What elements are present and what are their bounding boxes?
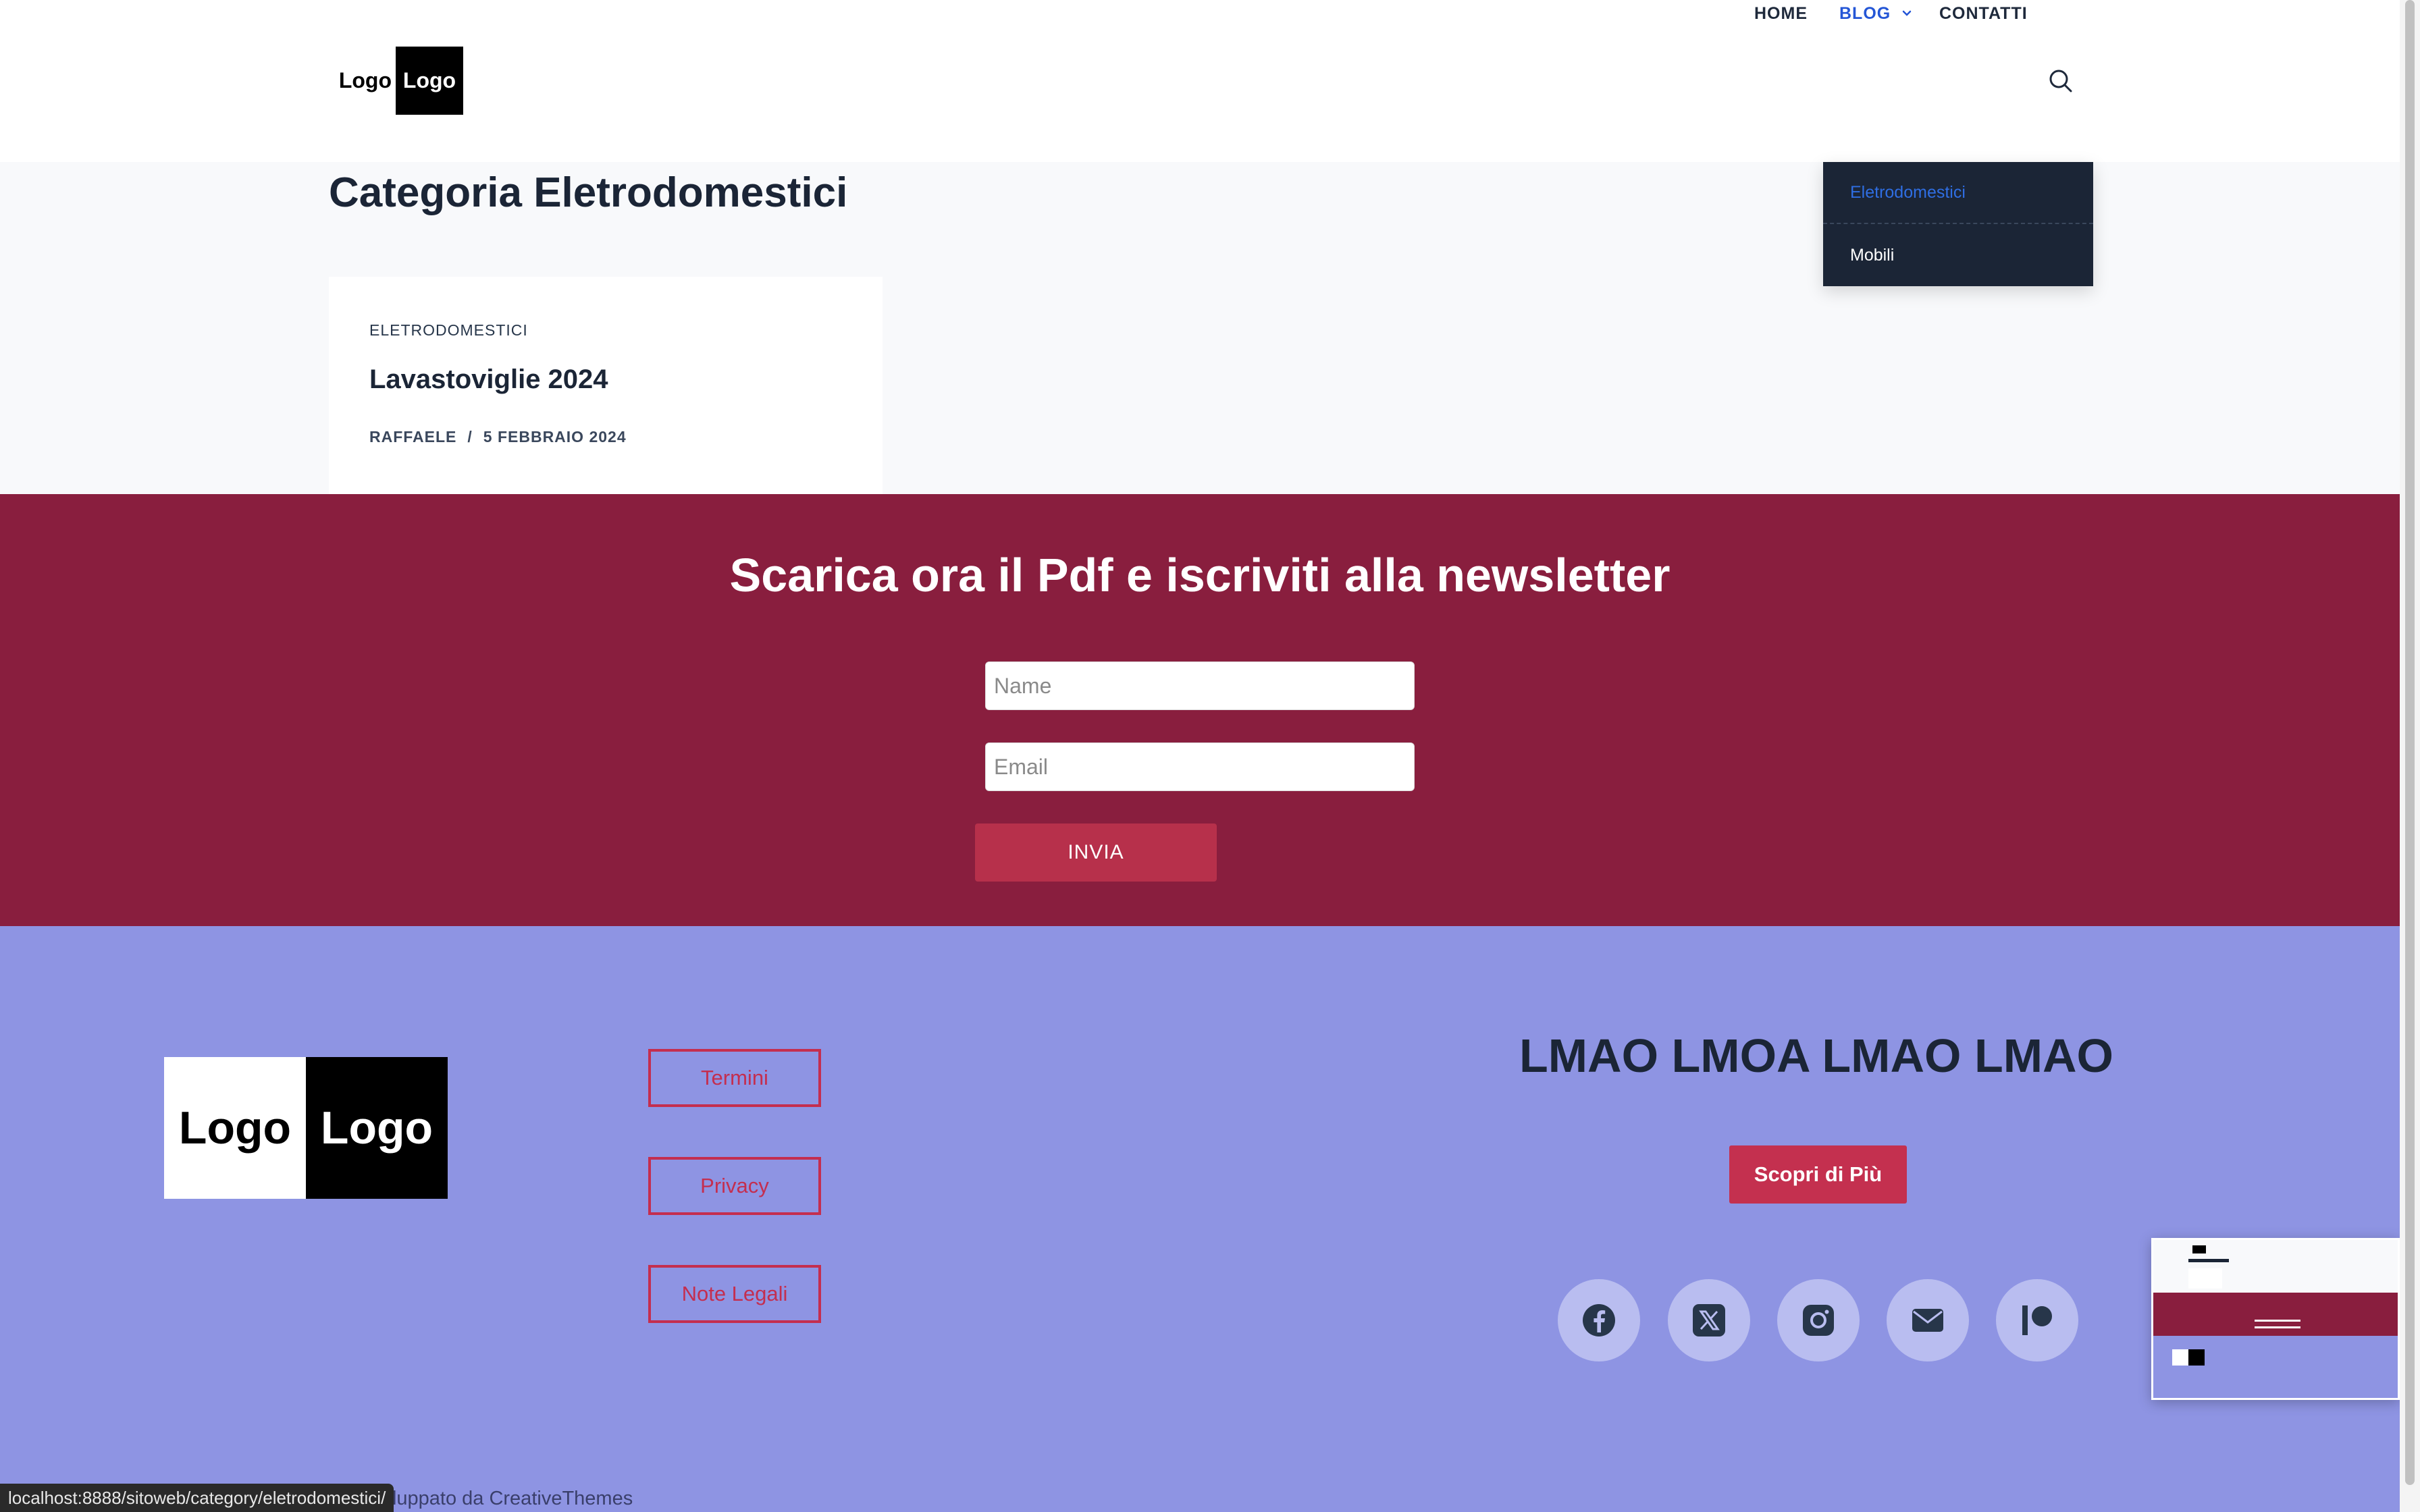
scrollbar-thumb[interactable] xyxy=(2405,0,2415,1485)
nav-home-label: HOME xyxy=(1754,3,1808,23)
site-logo[interactable]: Logo Logo xyxy=(336,47,463,115)
logo-text-right: Logo xyxy=(396,47,463,115)
dropdown-item-label: Eletrodomestici xyxy=(1850,182,1966,202)
newsletter-section: Scarica ora il Pdf e iscriviti alla news… xyxy=(0,494,2400,926)
page-preview-thumbnail[interactable] xyxy=(2151,1238,2400,1400)
name-field[interactable] xyxy=(985,662,1415,710)
meta-separator: / xyxy=(467,428,473,446)
footer-link-label: Termini xyxy=(701,1066,768,1089)
instagram-icon xyxy=(1803,1305,1834,1336)
thumb-card xyxy=(2188,1268,2222,1289)
patreon-icon xyxy=(2022,1305,2052,1335)
footer-link-privacy[interactable]: Privacy xyxy=(648,1157,821,1215)
thumb-input xyxy=(2255,1320,2300,1322)
thumb-footer xyxy=(2153,1336,2398,1398)
scopri-button[interactable]: Scopri di Più xyxy=(1729,1145,1907,1204)
patreon-link[interactable] xyxy=(1996,1279,2078,1361)
site-footer: Logo Logo Termini Privacy Note Legali LM… xyxy=(0,926,2400,1512)
post-category-link[interactable]: ELETRODOMESTICI xyxy=(369,321,528,340)
footer-link-label: Note Legali xyxy=(681,1282,788,1305)
footer-link-label: Privacy xyxy=(700,1174,769,1197)
dropdown-item-mobili[interactable]: Mobili xyxy=(1823,224,2093,286)
email-link[interactable] xyxy=(1887,1279,1969,1361)
thumb-title xyxy=(2188,1259,2229,1262)
post-card: ELETRODOMESTICI Lavastoviglie 2024 RAFFA… xyxy=(329,277,883,494)
footer-link-note-legali[interactable]: Note Legali xyxy=(648,1265,821,1323)
nav-contatti[interactable]: CONTATTI xyxy=(1939,0,2028,27)
thumb-footer-logo xyxy=(2172,1349,2205,1366)
footer-logo-text-right: Logo xyxy=(306,1057,448,1199)
site-header: Logo Logo HOME BLOG CONTATTI xyxy=(0,0,2400,162)
browser-status-bar: localhost:8888/sitoweb/category/eletrodo… xyxy=(0,1484,394,1512)
footer-credits: viluppato da CreativeThemes xyxy=(378,1488,633,1509)
logo-text-left: Logo xyxy=(336,47,396,115)
newsletter-title: Scarica ora il Pdf e iscriviti alla news… xyxy=(729,549,1671,601)
x-icon xyxy=(1693,1304,1725,1336)
nav-home[interactable]: HOME xyxy=(1754,0,1808,27)
nav-blog[interactable]: BLOG xyxy=(1839,0,1914,27)
scrollbar[interactable] xyxy=(2400,0,2420,1512)
instagram-link[interactable] xyxy=(1777,1279,1860,1361)
post-title-link[interactable]: Lavastoviglie 2024 xyxy=(369,364,608,395)
post-author[interactable]: RAFFAELE xyxy=(369,428,456,446)
thumb-input xyxy=(2255,1326,2300,1328)
blog-dropdown-menu: Eletrodomestici Mobili xyxy=(1823,162,2093,286)
footer-logo[interactable]: Logo Logo xyxy=(164,1057,448,1199)
footer-link-termini[interactable]: Termini xyxy=(648,1049,821,1107)
status-url: localhost:8888/sitoweb/category/eletrodo… xyxy=(8,1487,386,1508)
facebook-link[interactable] xyxy=(1558,1279,1640,1361)
page-title: Categoria Eletrodomestici xyxy=(329,169,848,216)
post-meta: RAFFAELE / 5 FEBBRAIO 2024 xyxy=(369,428,627,446)
dropdown-item-label: Mobili xyxy=(1850,245,1895,265)
chevron-down-icon xyxy=(1902,10,1912,16)
facebook-icon xyxy=(1583,1304,1615,1336)
nav-contatti-label: CONTATTI xyxy=(1939,3,2028,23)
dropdown-item-eletrodomestici[interactable]: Eletrodomestici xyxy=(1823,162,2093,224)
email-field[interactable] xyxy=(985,742,1415,791)
submit-button[interactable]: INVIA xyxy=(975,824,1217,882)
footer-logo-text-left: Logo xyxy=(164,1057,306,1199)
nav-blog-label: BLOG xyxy=(1839,3,1891,23)
email-icon xyxy=(1912,1309,1943,1332)
footer-heading: LMAO LMOA LMAO LMAO xyxy=(1519,1029,2114,1082)
thumb-newsletter xyxy=(2153,1293,2398,1336)
post-date: 5 FEBBRAIO 2024 xyxy=(483,428,627,446)
search-icon[interactable] xyxy=(2047,68,2074,94)
thumb-logo xyxy=(2192,1245,2206,1253)
x-link[interactable] xyxy=(1668,1279,1750,1361)
